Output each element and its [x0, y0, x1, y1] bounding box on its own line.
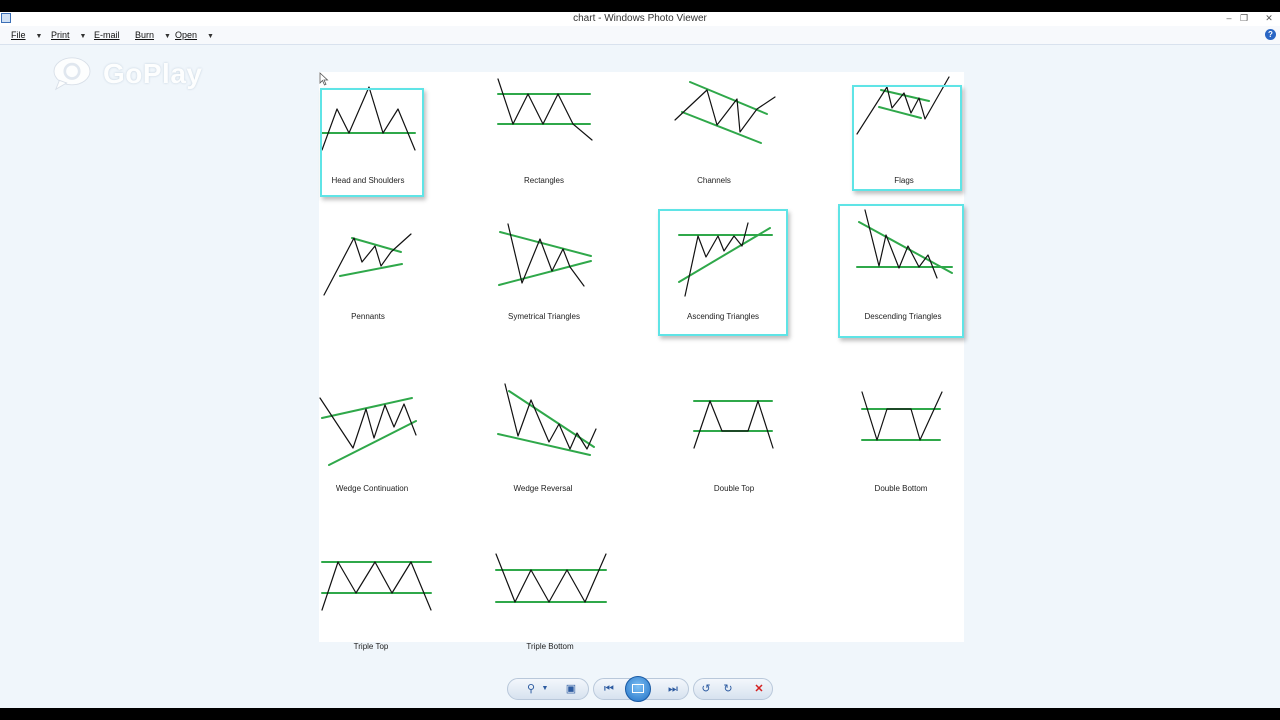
chevron-down-icon: ▼: [164, 33, 171, 40]
photo-viewer-window: chart - Windows Photo Viewer – ❐ ✕ File ▼…: [0, 12, 1280, 708]
channels-pattern: [674, 81, 776, 144]
menu-open[interactable]: Open ▼: [175, 29, 214, 43]
pattern-label: Symetrical Triangles: [507, 312, 581, 321]
window-title: chart - Windows Photo Viewer: [573, 13, 707, 24]
mouse-cursor-icon: [319, 72, 329, 86]
menu-bar: File ▼ Print ▼ E-mail Burn ▼ Open ▼ ?: [0, 26, 1280, 45]
pattern-label: Wedge Reversal: [513, 484, 573, 493]
title-bar: chart - Windows Photo Viewer – ❐ ✕: [0, 12, 1280, 26]
slideshow-icon: [632, 684, 644, 693]
pattern-label: Channels: [697, 176, 731, 185]
menu-print-label: Print: [51, 30, 70, 40]
pattern-label: Triple Bottom: [526, 642, 574, 651]
slideshow-button[interactable]: [625, 676, 651, 702]
pattern-label: Head and Shoulders: [331, 176, 405, 185]
pattern-label: Double Bottom: [874, 484, 928, 493]
pattern-label: Pennants: [351, 312, 385, 321]
menu-file[interactable]: File ▼: [11, 29, 42, 43]
menu-open-label: Open: [175, 30, 198, 40]
rotate-cw-icon[interactable]: ↻: [720, 681, 736, 697]
pattern-label: Descending Triangles: [864, 312, 942, 321]
triple-top-pattern: [321, 561, 432, 611]
pattern-label: Rectangles: [523, 176, 565, 185]
menu-print[interactable]: Print ▼: [51, 29, 86, 43]
chevron-down-icon: ▼: [207, 33, 214, 40]
image-canvas: Head and Shoulders Rectangles Channels F…: [319, 72, 964, 651]
rectangles-pattern: [497, 78, 593, 141]
pattern-label: Wedge Continuation: [335, 484, 409, 493]
help-icon[interactable]: ?: [1265, 29, 1276, 40]
menu-burn[interactable]: Burn ▼: [135, 29, 171, 43]
menu-email[interactable]: E-mail: [94, 29, 120, 41]
chevron-down-icon[interactable]: ▼: [537, 681, 553, 697]
minimize-icon[interactable]: –: [1222, 13, 1236, 24]
letterbox-bottom: [0, 708, 1280, 720]
delete-icon[interactable]: ✕: [751, 681, 767, 697]
rotate-ccw-icon[interactable]: ↺: [698, 681, 714, 697]
pennants-pattern: [323, 233, 412, 296]
pattern-label: Triple Top: [353, 642, 389, 651]
double-top-pattern: [693, 400, 774, 449]
close-icon[interactable]: ✕: [1262, 13, 1276, 24]
double-bottom-pattern: [861, 391, 943, 441]
viewer-toolbar: ⚲ ▼ ▣ ⏮ ⏭ ↺ ↻ ✕: [507, 676, 775, 702]
chevron-down-icon: ▼: [35, 33, 43, 40]
wedge-reversal-pattern: [497, 383, 597, 456]
triple-bottom-pattern: [495, 553, 607, 603]
chevron-down-icon: ▼: [79, 33, 87, 40]
menu-email-label: E-mail: [94, 30, 120, 40]
watermark-text: GoPlay: [103, 58, 203, 89]
pattern-label: Flags: [894, 176, 914, 185]
next-icon[interactable]: ⏭: [665, 681, 681, 697]
restore-icon[interactable]: ❐: [1237, 13, 1251, 24]
menu-burn-label: Burn: [135, 30, 155, 40]
watermark-logo: GoPlay: [50, 54, 210, 98]
pattern-label: Ascending Triangles: [686, 312, 760, 321]
chat-bubble-icon: [53, 57, 91, 91]
actual-size-icon[interactable]: ▣: [563, 681, 579, 697]
symmetrical-triangles-pattern: [498, 223, 592, 287]
wedge-continuation-pattern: [319, 397, 417, 466]
previous-icon[interactable]: ⏮: [601, 681, 617, 697]
menu-file-label: File: [11, 30, 26, 40]
pattern-label: Double Top: [713, 484, 755, 493]
